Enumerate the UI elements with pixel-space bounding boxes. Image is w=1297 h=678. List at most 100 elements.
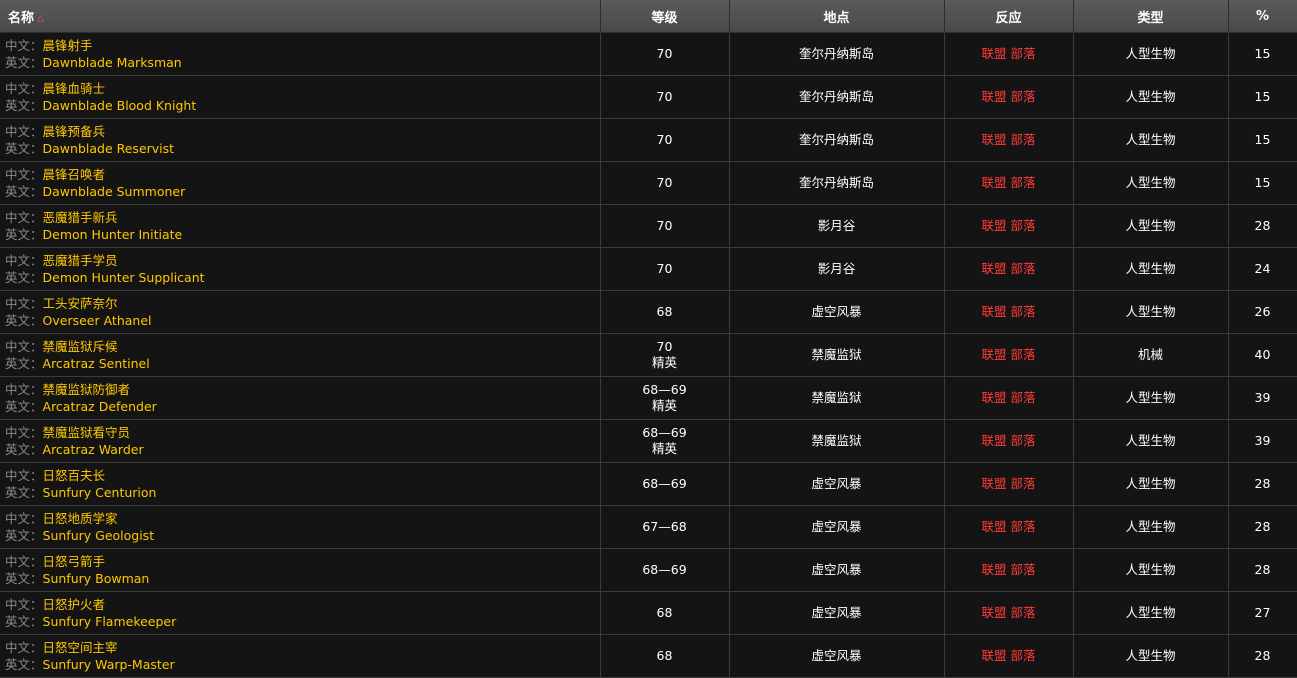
npc-type: 人型生物 — [1125, 648, 1176, 663]
npc-name-en-link[interactable]: Sunfury Flamekeeper — [43, 614, 177, 629]
npc-name-en-link[interactable]: Overseer Athanel — [43, 313, 152, 328]
column-header-percent-label: % — [1255, 8, 1270, 24]
npc-location-link[interactable]: 奎尔丹纳斯岛 — [799, 46, 874, 61]
npc-reaction: 联盟 部落 — [981, 562, 1036, 577]
npc-location-link[interactable]: 虚空风暴 — [811, 648, 861, 663]
npc-name-cell: 中文：禁魔监狱防御者 英文：Arcatraz Defender — [0, 376, 601, 420]
npc-reaction-cell: 联盟 部落 — [944, 376, 1074, 420]
npc-name-cn-link[interactable]: 恶魔猎手学员 — [43, 253, 118, 268]
npc-location-link[interactable]: 禁魔监狱 — [811, 390, 861, 405]
table-row[interactable]: 中文：禁魔监狱防御者 英文：Arcatraz Defender 68—69 精英… — [0, 376, 1297, 420]
npc-type-cell: 人型生物 — [1073, 32, 1229, 76]
npc-location-link[interactable]: 虚空风暴 — [811, 605, 861, 620]
npc-name-cn-link[interactable]: 禁魔监狱防御者 — [43, 382, 131, 397]
npc-name-en-link[interactable]: Arcatraz Defender — [43, 399, 157, 414]
table-row[interactable]: 中文：晨锋射手 英文：Dawnblade Marksman 70 奎尔丹纳斯岛 … — [0, 32, 1297, 76]
npc-reaction: 联盟 部落 — [981, 46, 1036, 61]
table-header: 名称 △ 等级 地点 反应 类型 % — [0, 0, 1297, 33]
npc-name-en-link[interactable]: Sunfury Centurion — [43, 485, 157, 500]
table-row[interactable]: 中文：日怒百夫长 英文：Sunfury Centurion 68—69 虚空风暴… — [0, 462, 1297, 506]
npc-location-link[interactable]: 虚空风暴 — [811, 562, 861, 577]
npc-name-en-link[interactable]: Dawnblade Summoner — [43, 184, 186, 199]
table-row[interactable]: 中文：工头安萨奈尔 英文：Overseer Athanel 68 虚空风暴 联盟… — [0, 290, 1297, 334]
npc-name-cn-link[interactable]: 日怒护火者 — [43, 597, 106, 612]
npc-name-cn-link[interactable]: 禁魔监狱看守员 — [43, 425, 131, 440]
npc-percent: 28 — [1254, 218, 1271, 233]
npc-name-cell: 中文：晨锋预备兵 英文：Dawnblade Reservist — [0, 118, 601, 162]
column-header-name[interactable]: 名称 △ — [0, 0, 601, 33]
npc-level: 67—68 — [642, 519, 687, 534]
table-row[interactable]: 中文：日怒护火者 英文：Sunfury Flamekeeper 68 虚空风暴 … — [0, 591, 1297, 635]
npc-percent-cell: 15 — [1228, 32, 1297, 76]
table-row[interactable]: 中文：日怒地质学家 英文：Sunfury Geologist 67—68 虚空风… — [0, 505, 1297, 549]
npc-name-cn-link[interactable]: 日怒空间主宰 — [43, 640, 118, 655]
npc-level-cell: 70 — [600, 204, 730, 248]
npc-elite-tag: 精英 — [651, 398, 677, 413]
npc-name-cn-link[interactable]: 工头安萨奈尔 — [43, 296, 118, 311]
npc-type: 人型生物 — [1125, 89, 1176, 104]
npc-level-cell: 67—68 — [600, 505, 730, 549]
npc-name-cn-link[interactable]: 日怒弓箭手 — [43, 554, 106, 569]
npc-reaction-cell: 联盟 部落 — [944, 118, 1074, 162]
npc-name-cn-link[interactable]: 日怒地质学家 — [43, 511, 118, 526]
npc-name-cn-link[interactable]: 晨锋预备兵 — [43, 124, 106, 139]
column-header-level[interactable]: 等级 — [600, 0, 730, 33]
npc-location-link[interactable]: 虚空风暴 — [811, 304, 861, 319]
table-row[interactable]: 中文：恶魔猎手新兵 英文：Demon Hunter Initiate 70 影月… — [0, 204, 1297, 248]
npc-name-en-link[interactable]: Dawnblade Reservist — [43, 141, 175, 156]
en-label: 英文： — [5, 571, 43, 586]
table-row[interactable]: 中文：日怒空间主宰 英文：Sunfury Warp-Master 68 虚空风暴… — [0, 634, 1297, 678]
npc-location-link[interactable]: 虚空风暴 — [811, 519, 861, 534]
column-header-reaction[interactable]: 反应 — [944, 0, 1074, 33]
npc-type-cell: 人型生物 — [1073, 247, 1229, 291]
table-row[interactable]: 中文：禁魔监狱斥候 英文：Arcatraz Sentinel 70 精英 禁魔监… — [0, 333, 1297, 377]
table-row[interactable]: 中文：晨锋血骑士 英文：Dawnblade Blood Knight 70 奎尔… — [0, 75, 1297, 119]
npc-percent: 39 — [1254, 433, 1271, 448]
npc-name-en-link[interactable]: Dawnblade Blood Knight — [43, 98, 197, 113]
npc-level: 70 — [656, 175, 673, 190]
cn-label: 中文： — [5, 296, 43, 311]
npc-reaction-cell: 联盟 部落 — [944, 333, 1074, 377]
npc-location-link[interactable]: 奎尔丹纳斯岛 — [799, 175, 874, 190]
npc-level-cell: 70 — [600, 161, 730, 205]
npc-name-cn-link[interactable]: 禁魔监狱斥候 — [43, 339, 118, 354]
npc-name-cn-link[interactable]: 晨锋召唤者 — [43, 167, 106, 182]
cn-label: 中文： — [5, 253, 43, 268]
npc-location-link[interactable]: 禁魔监狱 — [811, 347, 861, 362]
npc-name-en-link[interactable]: Dawnblade Marksman — [43, 55, 182, 70]
npc-name-cn-link[interactable]: 晨锋射手 — [43, 38, 93, 53]
npc-name-en-link[interactable]: Sunfury Bowman — [43, 571, 150, 586]
npc-type: 人型生物 — [1125, 304, 1176, 319]
cn-label: 中文： — [5, 167, 43, 182]
npc-name-cell: 中文：恶魔猎手新兵 英文：Demon Hunter Initiate — [0, 204, 601, 248]
column-header-percent[interactable]: % — [1228, 0, 1297, 33]
npc-location-link[interactable]: 影月谷 — [818, 218, 856, 233]
table-row[interactable]: 中文：晨锋预备兵 英文：Dawnblade Reservist 70 奎尔丹纳斯… — [0, 118, 1297, 162]
en-label: 英文： — [5, 313, 43, 328]
npc-location-link[interactable]: 影月谷 — [818, 261, 856, 276]
npc-name-en-link[interactable]: Sunfury Warp-Master — [43, 657, 175, 672]
table-row[interactable]: 中文：禁魔监狱看守员 英文：Arcatraz Warder 68—69 精英 禁… — [0, 419, 1297, 463]
cn-label: 中文： — [5, 339, 43, 354]
column-header-name-label: 名称 — [8, 10, 35, 26]
npc-reaction: 联盟 部落 — [981, 175, 1036, 190]
npc-name-en-link[interactable]: Demon Hunter Supplicant — [43, 270, 205, 285]
triangle-up-icon: △ — [37, 13, 44, 24]
table-row[interactable]: 中文：日怒弓箭手 英文：Sunfury Bowman 68—69 虚空风暴 联盟… — [0, 548, 1297, 592]
npc-location-link[interactable]: 奎尔丹纳斯岛 — [799, 89, 874, 104]
npc-name-en-link[interactable]: Demon Hunter Initiate — [43, 227, 183, 242]
npc-name-en-link[interactable]: Sunfury Geologist — [43, 528, 155, 543]
npc-name-cn-link[interactable]: 恶魔猎手新兵 — [43, 210, 118, 225]
npc-name-cn-link[interactable]: 日怒百夫长 — [43, 468, 106, 483]
table-row[interactable]: 中文：晨锋召唤者 英文：Dawnblade Summoner 70 奎尔丹纳斯岛… — [0, 161, 1297, 205]
npc-name-cn-link[interactable]: 晨锋血骑士 — [43, 81, 106, 96]
npc-location-link[interactable]: 虚空风暴 — [811, 476, 861, 491]
npc-name-en-link[interactable]: Arcatraz Sentinel — [43, 356, 150, 371]
table-row[interactable]: 中文：恶魔猎手学员 英文：Demon Hunter Supplicant 70 … — [0, 247, 1297, 291]
npc-location-link[interactable]: 奎尔丹纳斯岛 — [799, 132, 874, 147]
column-header-location[interactable]: 地点 — [729, 0, 945, 33]
column-header-type[interactable]: 类型 — [1073, 0, 1229, 33]
npc-location-link[interactable]: 禁魔监狱 — [811, 433, 861, 448]
npc-name-en-link[interactable]: Arcatraz Warder — [43, 442, 144, 457]
en-label: 英文： — [5, 270, 43, 285]
